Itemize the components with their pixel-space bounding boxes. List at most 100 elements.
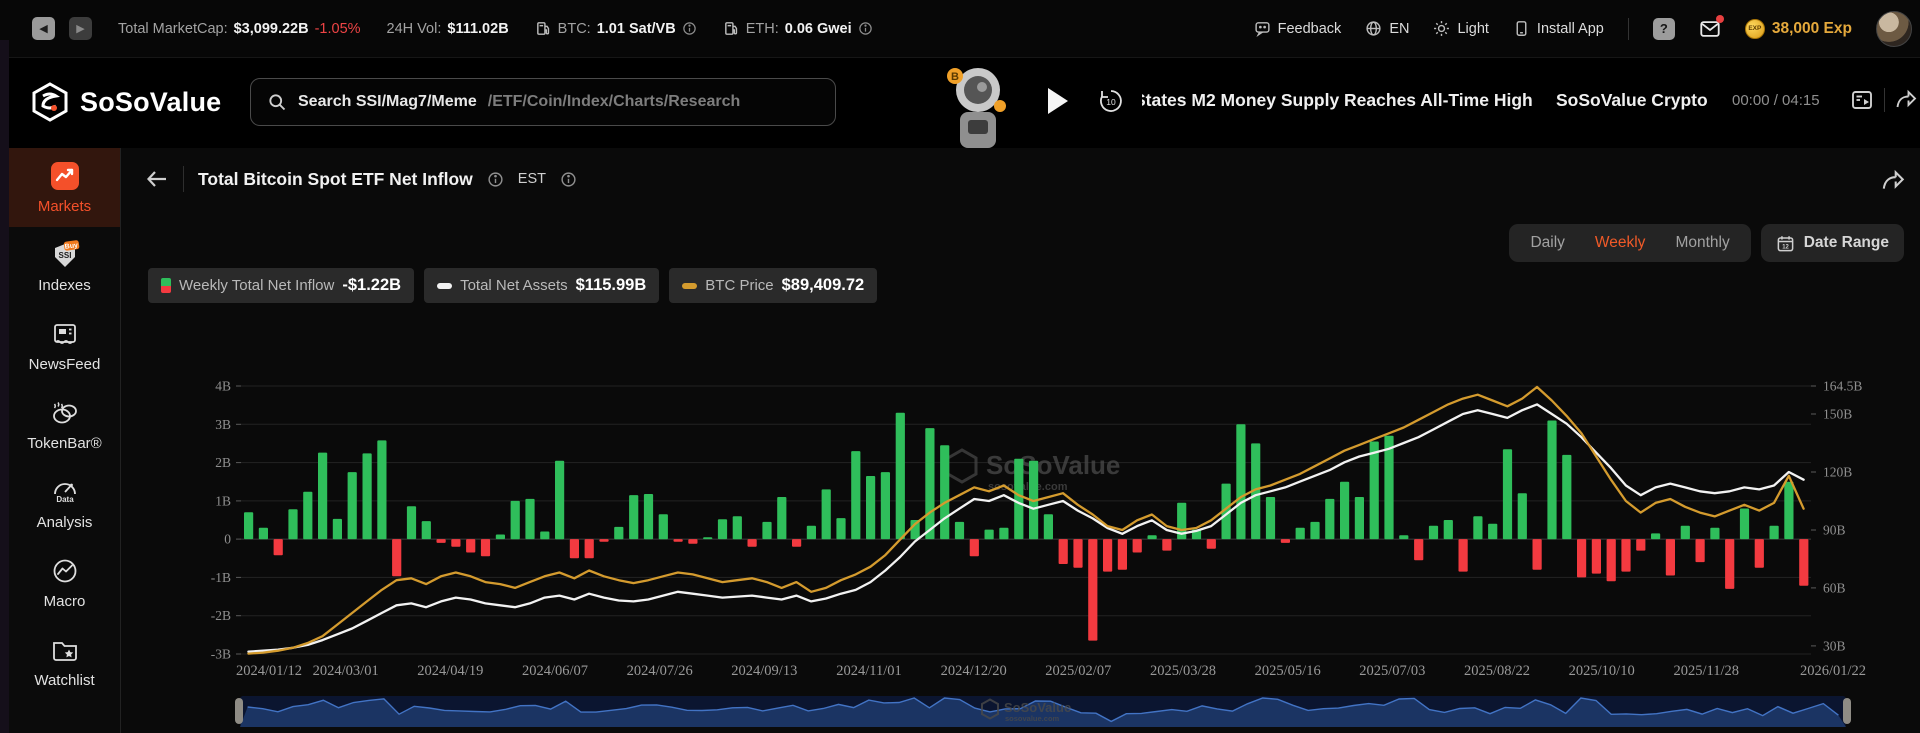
market-cap-value: $3,099.22B	[234, 21, 309, 37]
sidebar-item-tokenbar[interactable]: TokenBar®	[9, 385, 120, 464]
inflow-swatch-icon	[161, 278, 171, 293]
assets-swatch-icon	[437, 283, 452, 289]
divider	[1884, 88, 1885, 112]
video-time: 00:00 / 04:15	[1732, 92, 1820, 109]
install-app-button[interactable]: Install App	[1513, 20, 1604, 37]
legend-label: BTC Price	[705, 277, 773, 294]
divider	[1628, 18, 1629, 40]
svg-text:sosovalue.com: sosovalue.com	[1005, 714, 1060, 723]
legend-label: Weekly Total Net Inflow	[179, 277, 334, 294]
video-headline-marquee[interactable]: States M2 Money Supply Reaches All-Time …	[1142, 90, 1534, 114]
sidebar-item-indexes[interactable]: SSIBuy Indexes	[9, 227, 120, 306]
svg-text:30B: 30B	[1823, 638, 1846, 653]
nav-forward-button[interactable]: ▶	[69, 17, 92, 40]
sidebar-item-macro[interactable]: Macro	[9, 543, 120, 622]
search-placeholder-strong: Search SSI/Mag7/Meme	[298, 93, 477, 111]
date-range-button[interactable]: 12 Date Range	[1761, 224, 1904, 262]
svg-text:-3B: -3B	[211, 647, 231, 662]
share-icon[interactable]	[1894, 88, 1918, 112]
svg-text:120B: 120B	[1823, 465, 1852, 480]
minimap-scrollbar[interactable]: SoSoValuesosovalue.com	[191, 694, 1920, 730]
svg-text:2024/04/19: 2024/04/19	[417, 663, 483, 679]
nav-back-button[interactable]: ◀	[32, 17, 55, 40]
token-coins-icon	[50, 398, 80, 428]
market-cap-change: -1.05%	[315, 21, 361, 37]
btc-gas-value: 1.01 Sat/VB	[597, 21, 676, 37]
language-selector[interactable]: EN	[1365, 20, 1409, 37]
svg-text:3B: 3B	[215, 417, 231, 432]
legend-net-assets[interactable]: Total Net Assets $115.99B	[424, 268, 659, 303]
main-chart[interactable]: 4B3B2B1B0-1B-2B-3B164.5B150B120B90B60B30…	[191, 370, 1920, 686]
exp-balance[interactable]: EXP 38,000 Exp	[1745, 19, 1852, 39]
btc-gas-label: BTC:	[558, 21, 591, 37]
legend-net-inflow[interactable]: Weekly Total Net Inflow -$1.22B	[148, 268, 414, 303]
feedback-button[interactable]: Feedback	[1254, 20, 1342, 37]
inbox-button[interactable]	[1699, 18, 1721, 40]
tab-monthly[interactable]: Monthly	[1660, 234, 1744, 252]
theme-label: Light	[1457, 21, 1488, 37]
volume-value: $111.02B	[447, 21, 508, 37]
svg-text:2024/07/26: 2024/07/26	[627, 663, 693, 679]
minimap-right-handle	[1843, 698, 1851, 724]
help-guide-icon[interactable]: ?	[1653, 18, 1675, 40]
video-channel: SoSoValue Crypto	[1556, 90, 1708, 111]
chart-page: Total Bitcoin Spot ETF Net Inflow EST Da…	[121, 148, 1920, 733]
svg-text:Data: Data	[56, 495, 74, 504]
share-chart-icon[interactable]	[1880, 168, 1906, 194]
brand-wordmark: SoSoValue	[80, 87, 221, 118]
eth-gas-stat: ETH: 0.06 Gwei	[723, 20, 873, 37]
legend-btc-price[interactable]: BTC Price $89,409.72	[669, 268, 877, 303]
info-icon[interactable]	[682, 21, 697, 36]
theme-toggle[interactable]: Light	[1433, 20, 1488, 37]
sosovalue-logo[interactable]: SoSoValue	[30, 82, 221, 122]
playlist-icon[interactable]	[1850, 88, 1874, 112]
search-placeholder-rest: /ETF/Coin/Index/Charts/Research	[488, 93, 741, 111]
sidebar-item-watchlist[interactable]: Watchlist	[9, 622, 120, 701]
svg-text:2B: 2B	[215, 455, 231, 470]
legend-value: $89,409.72	[782, 276, 865, 295]
svg-text:4B: 4B	[215, 379, 231, 394]
mobile-phone-icon	[1513, 20, 1530, 37]
svg-text:2025/05/16: 2025/05/16	[1255, 663, 1321, 679]
feedback-label: Feedback	[1278, 21, 1342, 37]
svg-text:2025/10/10: 2025/10/10	[1569, 663, 1635, 679]
gas-pump-icon	[535, 20, 552, 37]
info-icon[interactable]	[858, 21, 873, 36]
page-title: Total Bitcoin Spot ETF Net Inflow	[198, 169, 473, 190]
sun-icon	[1433, 20, 1450, 37]
sidebar-item-newsfeed[interactable]: NewsFeed	[9, 306, 120, 385]
replay-10-icon[interactable]: 10	[1098, 88, 1124, 114]
tab-daily[interactable]: Daily	[1515, 234, 1579, 252]
volume-label: 24H Vol:	[387, 21, 442, 37]
sidebar-item-label: Markets	[38, 198, 91, 215]
range-controls: Daily Weekly Monthly 12 Date Range	[1509, 224, 1904, 262]
market-cap-label: Total MarketCap:	[118, 21, 228, 37]
sosovalue-cube-icon	[30, 82, 70, 122]
date-range-label: Date Range	[1804, 234, 1889, 252]
tab-weekly[interactable]: Weekly	[1580, 234, 1661, 252]
svg-text:2025/07/03: 2025/07/03	[1359, 663, 1425, 679]
newspaper-icon	[50, 319, 80, 349]
svg-text:1B: 1B	[215, 493, 231, 508]
svg-text:-2B: -2B	[211, 608, 231, 623]
svg-text:2025/08/22: 2025/08/22	[1464, 663, 1530, 679]
back-arrow-icon[interactable]	[145, 167, 169, 191]
search-input[interactable]: Search SSI/Mag7/Meme/ETF/Coin/Index/Char…	[250, 78, 836, 126]
data-gauge-icon: Data	[50, 477, 80, 507]
user-avatar[interactable]	[1876, 11, 1912, 47]
eth-gas-value: 0.06 Gwei	[785, 21, 852, 37]
sidebar-item-markets[interactable]: Markets	[9, 148, 120, 227]
play-button[interactable]	[1048, 88, 1068, 114]
video-thumbnail[interactable]: B	[942, 62, 1006, 148]
sidebar-item-analysis[interactable]: Data Analysis	[9, 464, 120, 543]
exp-coin-icon: EXP	[1745, 19, 1765, 39]
legend-value: $115.99B	[576, 276, 647, 295]
exp-value: 38,000 Exp	[1772, 20, 1852, 38]
svg-text:2025/03/28: 2025/03/28	[1150, 663, 1216, 679]
info-icon[interactable]	[560, 171, 577, 188]
info-icon[interactable]	[487, 171, 504, 188]
minimap-left-handle	[235, 698, 243, 724]
folder-star-icon	[50, 635, 80, 665]
svg-text:SoSoValue: SoSoValue	[1004, 700, 1071, 715]
sidebar-item-label: Analysis	[37, 514, 93, 531]
